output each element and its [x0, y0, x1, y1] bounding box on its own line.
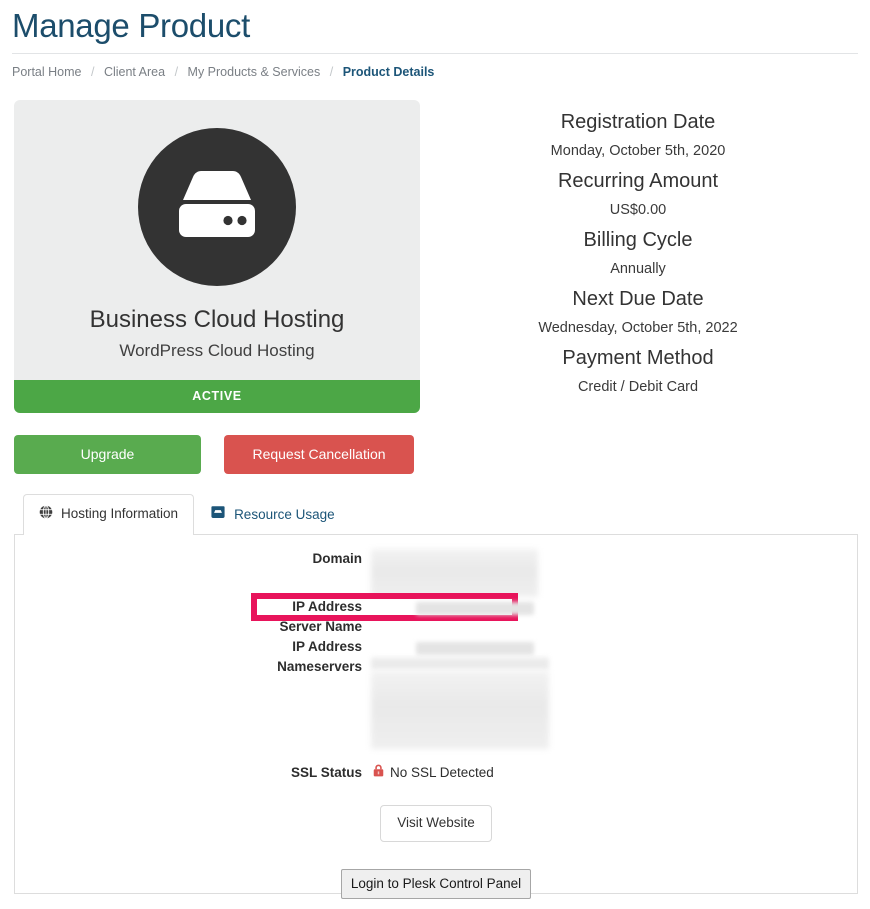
product-tabs-area: Hosting Information Resource Usage Domai…	[14, 494, 858, 899]
nameservers-value-redacted	[370, 657, 857, 749]
breadcrumb-item-client-area[interactable]: Client Area	[104, 65, 165, 79]
product-card: Business Cloud Hosting WordPress Cloud H…	[14, 100, 420, 380]
billing-cycle-label: Billing Cycle	[583, 229, 693, 251]
hosting-information-panel: Domain Username Server Name IP Address N…	[14, 534, 858, 899]
hosting-information-rows: Domain Username Server Name IP Address N…	[15, 535, 857, 783]
tab-hosting-information-label: Hosting Information	[61, 506, 179, 521]
recurring-amount-label: Recurring Amount	[557, 170, 719, 192]
ssl-status-value: No SSL Detected	[370, 763, 857, 783]
product-icon-wrapper	[14, 128, 420, 286]
page-title: Manage Product	[12, 7, 250, 44]
tab-strip: Hosting Information Resource Usage	[14, 494, 858, 535]
product-description: WordPress Cloud Hosting	[119, 341, 315, 360]
upgrade-button[interactable]: Upgrade	[14, 435, 201, 474]
status-badge: ACTIVE	[14, 380, 420, 413]
billing-cycle-value: Annually	[610, 261, 666, 277]
globe-icon	[39, 505, 53, 523]
billing-details-list: Registration Date Monday, October 5th, 2…	[420, 106, 870, 401]
ip-address-value-overlay	[370, 597, 857, 617]
lock-icon	[373, 763, 384, 783]
hosting-row-server-name: Server Name	[15, 617, 857, 637]
registration-date-label: Registration Date	[560, 111, 716, 133]
recurring-amount-value: US$0.00	[609, 202, 667, 218]
panel-action-buttons: Visit Website Login to Plesk Control Pan…	[15, 783, 857, 899]
login-to-plesk-control-panel-button[interactable]: Login to Plesk Control Panel	[340, 869, 532, 899]
tab-resource-usage-label: Resource Usage	[234, 506, 335, 522]
breadcrumb-item-portal-home[interactable]: Portal Home	[12, 65, 81, 79]
redacted-block	[416, 602, 534, 615]
ip-address-value-redacted	[370, 637, 857, 657]
ip-address-label: IP Address	[292, 639, 362, 654]
ssl-status-text: No SSL Detected	[390, 765, 494, 780]
tab-hosting-information[interactable]: Hosting Information	[23, 494, 195, 535]
redacted-block	[371, 671, 549, 749]
domain-label: Domain	[312, 551, 362, 566]
server-hard-drive-icon	[179, 171, 255, 237]
ip-address-label-overlay: IP Address	[292, 599, 362, 614]
payment-method-label: Payment Method	[562, 347, 714, 369]
next-due-date-value: Wednesday, October 5th, 2022	[538, 320, 738, 336]
next-due-date-label: Next Due Date	[572, 288, 704, 310]
nameservers-label: Nameservers	[277, 659, 362, 674]
hosting-row-ip-address: IP Address	[15, 637, 857, 657]
redacted-block	[371, 549, 538, 597]
payment-method-value: Credit / Debit Card	[577, 379, 699, 395]
product-action-buttons: Upgrade Request Cancellation	[14, 435, 420, 474]
product-name: Business Cloud Hosting	[89, 306, 345, 333]
billing-details-column: Registration Date Monday, October 5th, 2…	[420, 100, 870, 401]
domain-value-redacted	[370, 549, 857, 597]
product-icon-circle	[138, 128, 296, 286]
breadcrumb-separator: /	[329, 65, 334, 79]
registration-date-value: Monday, October 5th, 2020	[550, 143, 726, 159]
hosting-row-nameservers: Nameservers	[15, 657, 857, 749]
hosting-row-domain: Domain	[15, 549, 857, 597]
visit-website-button[interactable]: Visit Website	[380, 805, 492, 842]
ssl-status-label: SSL Status	[290, 765, 362, 780]
page-header: Manage Product Portal Home / Client Area…	[0, 4, 870, 80]
ip-address-highlight-content: IP Address	[15, 597, 857, 617]
title-divider	[12, 53, 858, 54]
redacted-block	[416, 642, 534, 655]
tab-resource-usage[interactable]: Resource Usage	[194, 495, 351, 534]
server-name-value-redacted	[370, 617, 857, 637]
redacted-block	[371, 657, 549, 670]
breadcrumb-item-product-details: Product Details	[342, 65, 435, 79]
breadcrumb-item-my-products-services[interactable]: My Products & Services	[188, 65, 321, 79]
hosting-row-ssl-status: SSL Status No SSL Detected	[15, 763, 857, 783]
request-cancellation-button[interactable]: Request Cancellation	[224, 435, 414, 474]
server-name-label: Server Name	[279, 619, 362, 634]
inbox-icon	[210, 506, 226, 523]
product-summary-column: Business Cloud Hosting WordPress Cloud H…	[0, 100, 420, 474]
breadcrumb-separator: /	[90, 65, 95, 79]
breadcrumb-separator: /	[174, 65, 179, 79]
breadcrumb: Portal Home / Client Area / My Products …	[12, 64, 870, 80]
product-overview: Business Cloud Hosting WordPress Cloud H…	[0, 100, 870, 474]
